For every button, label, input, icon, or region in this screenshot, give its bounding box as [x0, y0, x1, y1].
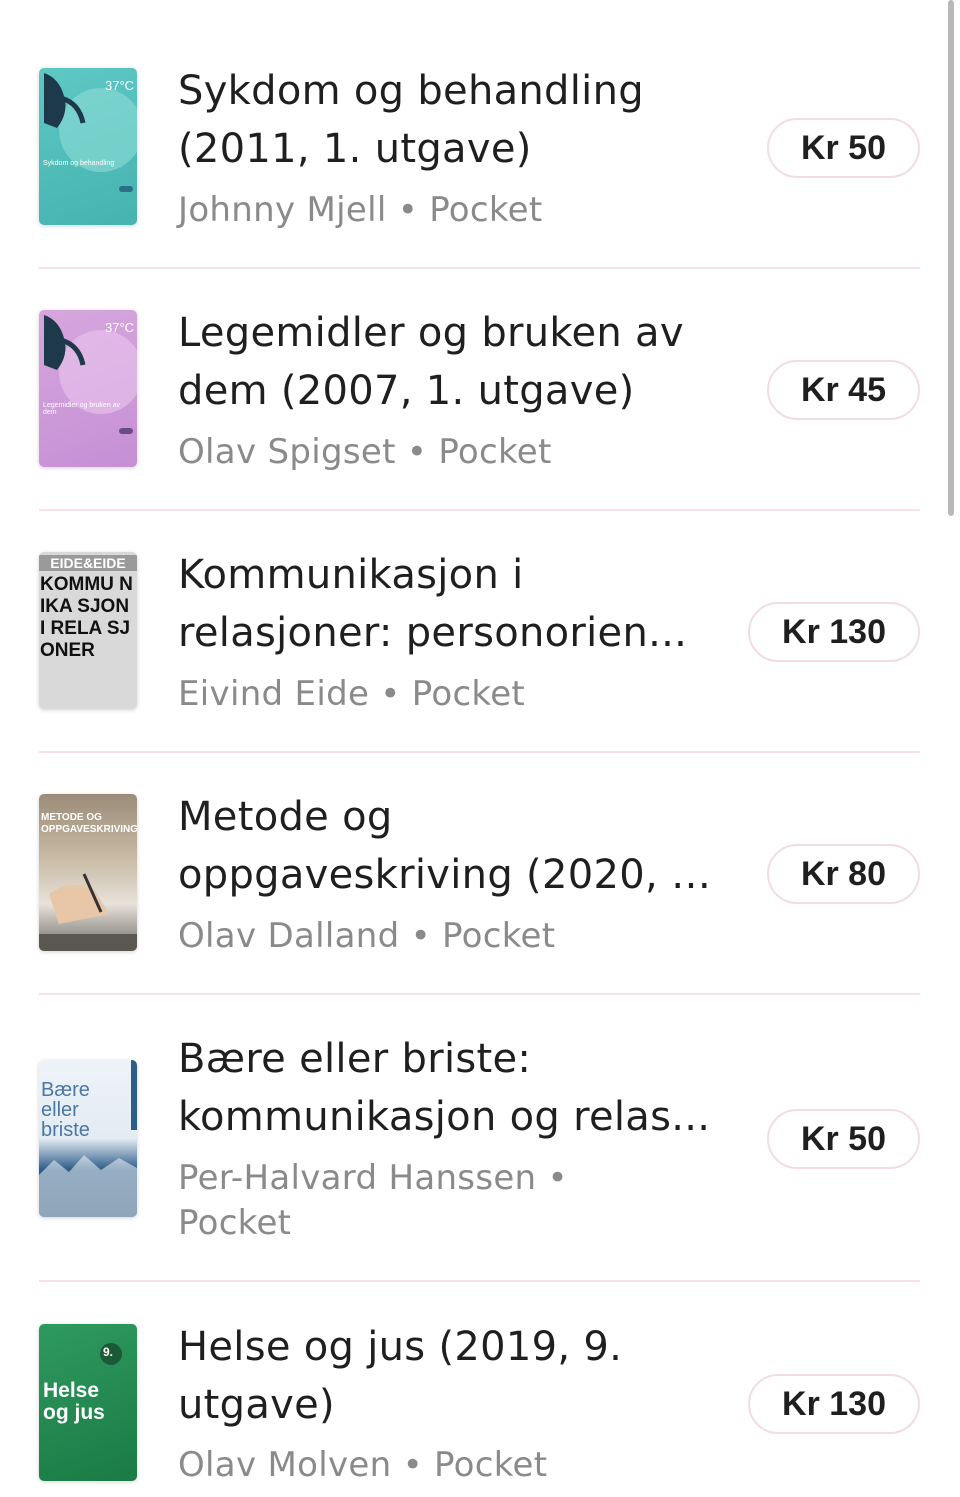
title-line: Bære eller briste:	[178, 1036, 532, 1082]
divider	[39, 993, 920, 995]
price-button[interactable]: Kr 80	[766, 844, 920, 904]
book-meta: Johnny Mjell • Pocket	[178, 188, 718, 233]
divider	[39, 267, 920, 269]
book-cover[interactable]: METODE OG OPPGAVESKRIVING	[39, 794, 137, 951]
cover-title: METODE OG OPPGAVESKRIVING	[41, 812, 137, 835]
book-cover[interactable]: EIDE&EIDE KOMMU NIKA SJON I RELA SJONER	[39, 552, 137, 709]
book-title[interactable]: Helse og jus (2019, 9. utgave)	[178, 1318, 718, 1434]
author: Eivind Eide	[178, 674, 370, 714]
book-title[interactable]: Kommunikasjon i relasjoner: personorien.…	[178, 546, 718, 662]
cover-title: KOMMU NIKA SJON I RELA SJONER	[40, 574, 133, 661]
book-title[interactable]: Sykdom og behandling (2011, 1. utgave)	[178, 62, 718, 178]
book-meta: Eivind Eide • Pocket	[178, 672, 718, 717]
title-line: (2011, 1. utgave)	[178, 126, 532, 172]
divider	[39, 509, 920, 511]
cover-title: Helse og jus	[43, 1379, 105, 1424]
separator: •	[402, 1445, 423, 1485]
book-meta: Per-Halvard Hanssen • Pocket	[178, 1156, 608, 1246]
divider	[39, 751, 920, 753]
book-meta: Olav Dalland • Pocket	[178, 914, 718, 959]
cover-title: Bære eller briste	[41, 1079, 90, 1141]
separator: •	[547, 1158, 568, 1198]
format: Pocket	[442, 916, 556, 956]
book-meta: Olav Spigset • Pocket	[178, 430, 718, 475]
cover-title: Sykdom og behandling	[43, 160, 115, 167]
cover-badge: 37°C	[105, 78, 135, 93]
cover-title: Legemidler og bruken av dem	[43, 402, 121, 416]
format: Pocket	[411, 674, 526, 714]
title-line: utgave)	[178, 1382, 335, 1428]
book-title[interactable]: Legemidler og bruken av dem (2007, 1. ut…	[178, 304, 718, 420]
separator: •	[410, 916, 431, 956]
format: Pocket	[438, 432, 552, 472]
price-button[interactable]: Kr 130	[748, 1374, 920, 1434]
cover-badge: 9.	[103, 1345, 114, 1359]
price-button[interactable]: Kr 50	[766, 1109, 920, 1169]
book-title[interactable]: Metode og oppgaveskriving (2020, 7...	[178, 788, 718, 904]
price-button[interactable]: Kr 50	[766, 118, 920, 178]
price-button[interactable]: Kr 45	[766, 360, 920, 420]
cover-badge: 37°C	[105, 320, 135, 335]
price-button[interactable]: Kr 130	[748, 602, 920, 662]
book-cover[interactable]: Bære eller briste	[39, 1060, 137, 1217]
book-cover[interactable]: 9. Helse og jus	[39, 1324, 137, 1481]
book-cover[interactable]: 37°C Sykdom og behandling	[39, 68, 137, 225]
book-meta: Olav Molven • Pocket	[178, 1443, 718, 1488]
author: Olav Molven	[178, 1445, 392, 1485]
format: Pocket	[434, 1445, 548, 1485]
title-line: Sykdom og behandling	[178, 68, 644, 114]
title-line: Helse og jus (2019, 9.	[178, 1324, 623, 1370]
book-cover[interactable]: 37°C Legemidler og bruken av dem	[39, 310, 137, 467]
title-line: dem (2007, 1. utgave)	[178, 368, 635, 414]
title-line: Metode og	[178, 794, 393, 840]
author: Olav Dalland	[178, 916, 400, 956]
author: Olav Spigset	[178, 432, 396, 472]
author: Johnny Mjell	[178, 190, 387, 230]
separator: •	[397, 190, 419, 230]
title-line: oppgaveskriving (2020, 7...	[178, 852, 718, 898]
author: Per-Halvard Hanssen	[178, 1158, 537, 1198]
title-line: Legemidler og bruken av	[178, 310, 684, 356]
format: Pocket	[429, 190, 543, 230]
separator: •	[380, 674, 401, 714]
scrollbar[interactable]	[948, 0, 954, 516]
separator: •	[406, 432, 428, 472]
format: Pocket	[178, 1203, 292, 1243]
divider	[39, 1280, 920, 1282]
title-line: relasjoner: personorien...	[178, 610, 688, 656]
book-title[interactable]: Bære eller briste: kommunikasjon og rela…	[178, 1030, 718, 1146]
title-line: kommunikasjon og relas...	[178, 1094, 711, 1140]
cover-brand: EIDE&EIDE	[39, 555, 137, 571]
title-line: Kommunikasjon i	[178, 552, 524, 598]
